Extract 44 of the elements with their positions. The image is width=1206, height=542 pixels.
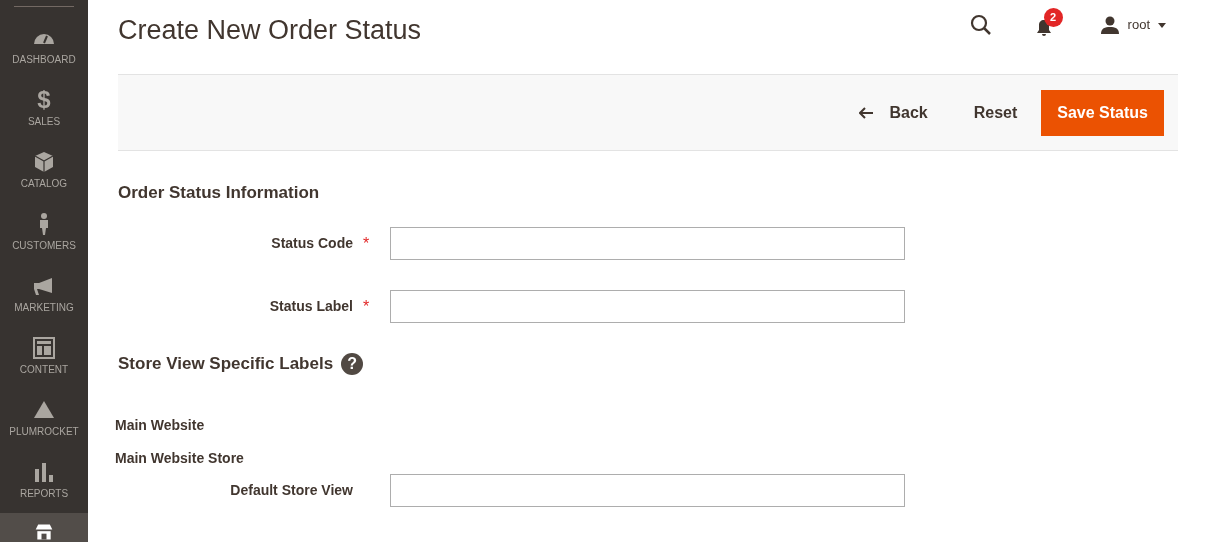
save-status-button[interactable]: Save Status [1041, 89, 1164, 136]
sidebar-item[interactable] [0, 513, 88, 542]
sidebar-label: SALES [27, 115, 61, 129]
required-marker: * [363, 233, 371, 254]
field-label: Status Label [268, 297, 354, 317]
section-title: Order Status Information [118, 183, 321, 204]
page-title: Create New Order Status [118, 14, 422, 47]
section-title: Store View Specific Labels [118, 354, 334, 375]
input-field[interactable] [390, 290, 905, 324]
user-icon[interactable] [1099, 15, 1120, 35]
sidebar-item[interactable]: $ SALES [0, 79, 88, 141]
notification-count: 2 [1043, 8, 1063, 27]
sidebar-item[interactable]: CATALOG [0, 141, 88, 203]
bar-chart-icon [32, 460, 56, 484]
back-button[interactable]: Back [845, 92, 942, 133]
user-menu[interactable]: root [1127, 15, 1150, 35]
sidebar-label: PLUMROCKET [9, 425, 79, 439]
layout-icon [32, 336, 56, 360]
sidebar-item[interactable]: CONTENT [0, 327, 88, 389]
store-label: Main Website Store [115, 449, 245, 469]
sidebar-item[interactable]: DASHBOARD [0, 17, 88, 79]
help-icon[interactable]: ? [341, 353, 364, 376]
website-label: Main Website [115, 416, 206, 436]
input-field[interactable] [390, 474, 905, 508]
search-icon[interactable] [969, 14, 992, 36]
arrow-left-icon [859, 106, 874, 119]
caret-icon[interactable] [1158, 22, 1166, 28]
sidebar-item[interactable]: PLUMROCKET [0, 389, 88, 451]
sidebar-label: DASHBOARD [12, 53, 76, 67]
sidebar-item[interactable]: REPORTS [0, 451, 88, 513]
sidebar-label: CUSTOMERS [12, 239, 76, 253]
sidebar-label: MARKETING [14, 301, 74, 315]
field-label: Status Code [270, 234, 354, 254]
field-label: Default Store View [229, 481, 354, 501]
sidebar-item[interactable]: CUSTOMERS [0, 203, 88, 265]
sidebar-label: CONTENT [19, 363, 69, 377]
dollar-icon: $ [37, 88, 51, 112]
sidebar-label: REPORTS [19, 487, 69, 501]
input-field[interactable] [390, 227, 905, 261]
reset-button[interactable]: Reset [959, 92, 1032, 133]
box-icon [32, 150, 56, 174]
required-marker: * [363, 296, 371, 317]
sidebar-item[interactable]: MARKETING [0, 265, 88, 327]
sidebar-label: CATALOG [20, 177, 68, 191]
